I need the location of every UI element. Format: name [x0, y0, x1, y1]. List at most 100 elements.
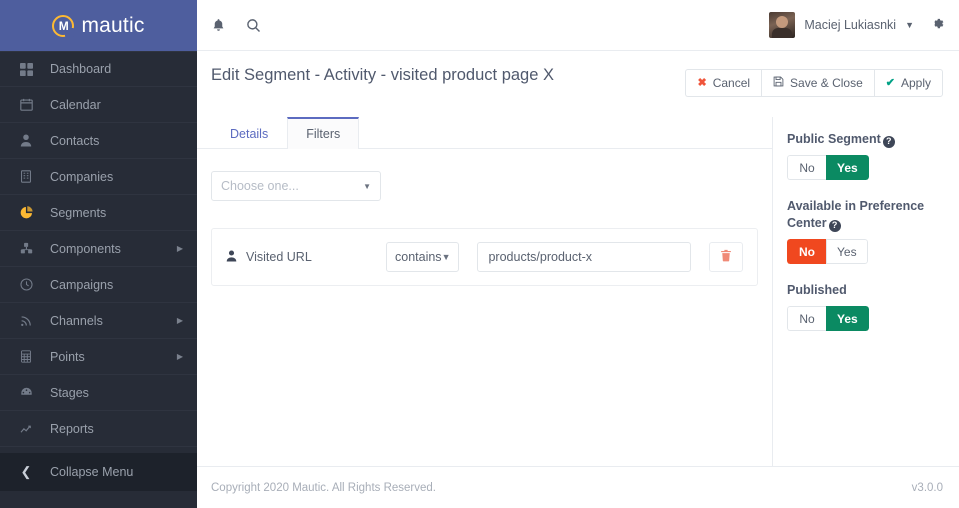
- sidebar-item-label: Campaigns: [50, 277, 114, 292]
- content-area: Maciej Lukiasnki ▼ Edit Segment - Activi…: [197, 0, 959, 508]
- collapse-menu-label: Collapse Menu: [50, 465, 134, 479]
- save-icon: [773, 76, 784, 90]
- sidebar-item-campaigns[interactable]: Campaigns: [0, 267, 197, 303]
- sidebar-item-companies[interactable]: Companies: [0, 159, 197, 195]
- trash-icon: [720, 249, 732, 265]
- gauge-icon: [18, 386, 34, 399]
- save-and-close-button[interactable]: Save & Close: [761, 69, 874, 97]
- save-and-close-button-label: Save & Close: [790, 76, 863, 90]
- sidebar-footer-spacer: [0, 491, 197, 508]
- sidebar-item-label: Contacts: [50, 133, 100, 148]
- avatar: [769, 12, 796, 38]
- brand-mark-letter: M: [58, 18, 69, 33]
- sidebar-item-channels[interactable]: Channels ▶: [0, 303, 197, 339]
- preference-center-yes[interactable]: Yes: [826, 239, 868, 264]
- sidebar-item-label: Segments: [50, 205, 107, 220]
- user-name: Maciej Lukiasnki: [804, 18, 897, 32]
- delete-filter-button[interactable]: [709, 242, 743, 272]
- sidebar-item-label: Dashboard: [50, 62, 112, 76]
- sidebar: M mautic Dashboard Calendar Contacts Com…: [0, 0, 197, 508]
- footer: Copyright 2020 Mautic. All Rights Reserv…: [197, 466, 959, 508]
- chevron-right-icon: ▶: [176, 244, 183, 253]
- topbar-right-actions: Maciej Lukiasnki ▼: [769, 12, 945, 38]
- footer-version: v3.0.0: [911, 481, 943, 494]
- published-yes[interactable]: Yes: [826, 306, 869, 331]
- close-icon: ✖: [697, 76, 707, 89]
- published-label-text: Published: [787, 283, 847, 297]
- chevron-right-icon: ▶: [176, 316, 183, 325]
- help-icon[interactable]: ?: [828, 219, 841, 232]
- published-no-label: No: [799, 311, 815, 326]
- brand-logo[interactable]: M mautic: [0, 0, 197, 51]
- sidebar-item-contacts[interactable]: Contacts: [0, 123, 197, 159]
- choose-filter-select[interactable]: Choose one... ▼: [211, 171, 381, 201]
- bell-icon[interactable]: [211, 18, 226, 33]
- chevron-down-icon: ▼: [441, 252, 451, 262]
- sidebar-item-label: Reports: [50, 421, 94, 436]
- preference-center-no[interactable]: No: [787, 239, 826, 264]
- public-segment-label: Public Segment?: [787, 131, 945, 148]
- sidebar-item-label: Companies: [50, 169, 114, 184]
- sidebar-nav: Dashboard Calendar Contacts Companies Se…: [0, 51, 197, 453]
- sidebar-item-points[interactable]: Points ▶: [0, 339, 197, 375]
- preference-center-no-label: No: [799, 244, 815, 259]
- user-menu[interactable]: Maciej Lukiasnki ▼: [769, 12, 914, 38]
- help-icon[interactable]: ?: [882, 135, 895, 148]
- sidebar-item-calendar[interactable]: Calendar: [0, 87, 197, 123]
- sidebar-item-segments[interactable]: Segments: [0, 195, 197, 231]
- filter-field-name: Visited URL: [246, 250, 312, 264]
- settings-rail: Public Segment? No Yes Available in Pref…: [773, 117, 959, 466]
- published-no[interactable]: No: [787, 306, 826, 331]
- page-actions: ✖ Cancel Save & Close ✔ Apply: [685, 69, 943, 97]
- choose-filter-placeholder: Choose one...: [221, 179, 299, 193]
- apply-button[interactable]: ✔ Apply: [873, 69, 943, 97]
- public-segment-yes[interactable]: Yes: [826, 155, 869, 180]
- calendar-icon: [18, 98, 34, 111]
- body-wrapper: Details Filters Choose one... ▼ Visited …: [197, 117, 959, 466]
- sidebar-item-label: Points: [50, 349, 85, 364]
- published-label: Published: [787, 282, 945, 299]
- chevron-down-icon: ▼: [905, 20, 914, 30]
- sidebar-item-label: Calendar: [50, 97, 101, 112]
- puzzle-icon: [18, 242, 34, 255]
- tab-filters[interactable]: Filters: [287, 117, 360, 149]
- filter-operator-value: contains: [395, 250, 442, 264]
- filter-picker-wrap: Choose one... ▼: [197, 171, 772, 201]
- cancel-button[interactable]: ✖ Cancel: [685, 69, 762, 97]
- main-column: Details Filters Choose one... ▼ Visited …: [197, 117, 773, 466]
- cancel-button-label: Cancel: [712, 76, 751, 90]
- tab-details[interactable]: Details: [211, 117, 287, 149]
- chevron-left-icon: ❮: [20, 464, 32, 479]
- sidebar-item-stages[interactable]: Stages: [0, 375, 197, 411]
- tab-details-label: Details: [230, 126, 269, 141]
- filter-operator-select[interactable]: contains ▼: [386, 242, 460, 272]
- chevron-down-icon: ▼: [363, 181, 371, 191]
- sidebar-item-label: Components: [50, 241, 121, 256]
- apply-button-label: Apply: [900, 76, 931, 90]
- preference-center-yes-label: Yes: [837, 244, 857, 259]
- published-toggle: No Yes: [787, 306, 869, 331]
- gear-icon[interactable]: [930, 16, 945, 35]
- public-segment-no[interactable]: No: [787, 155, 826, 180]
- sidebar-item-label: Stages: [50, 385, 89, 400]
- search-icon[interactable]: [246, 18, 261, 33]
- sidebar-item-dashboard[interactable]: Dashboard: [0, 51, 197, 87]
- grid-icon: [18, 62, 34, 76]
- brand-name: mautic: [81, 13, 145, 37]
- sidebar-item-reports[interactable]: Reports: [0, 411, 197, 447]
- sidebar-item-components[interactable]: Components ▶: [0, 231, 197, 267]
- tab-bar: Details Filters: [197, 117, 772, 149]
- filter-row: Visited URL contains ▼: [211, 228, 758, 286]
- preference-center-label-text: Available in Preference Center: [787, 199, 925, 230]
- rss-icon: [18, 314, 34, 327]
- public-segment-yes-label: Yes: [837, 160, 858, 175]
- published-yes-label: Yes: [837, 311, 858, 326]
- filters-panel: Choose one... ▼ Visited URL contains ▼ p…: [197, 149, 772, 466]
- calculator-icon: [18, 350, 34, 363]
- sidebar-item-label: Channels: [50, 313, 103, 328]
- footer-copyright: Copyright 2020 Mautic. All Rights Reserv…: [211, 481, 436, 494]
- public-segment-no-label: No: [799, 160, 815, 175]
- collapse-menu-button[interactable]: ❮ Collapse Menu: [0, 453, 197, 491]
- filter-value-input[interactable]: [477, 242, 691, 272]
- app-root: M mautic Dashboard Calendar Contacts Com…: [0, 0, 959, 508]
